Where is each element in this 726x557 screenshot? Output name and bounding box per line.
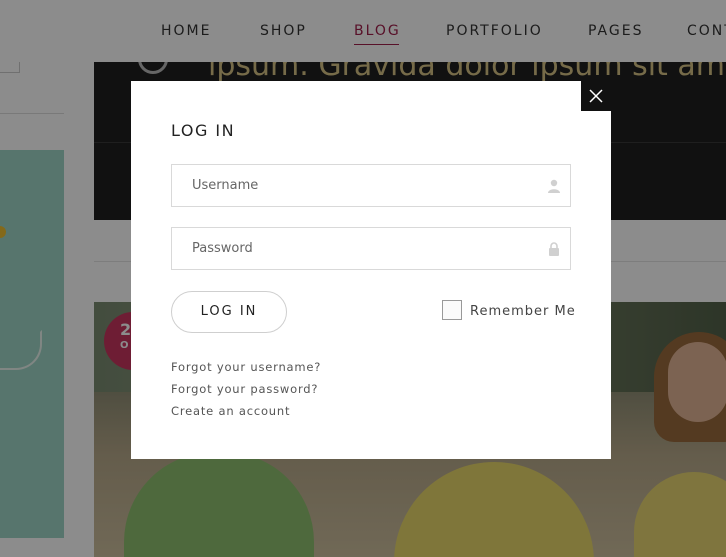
forgot-username-link[interactable]: Forgot your username? [171,356,321,378]
create-account-link[interactable]: Create an account [171,400,321,422]
username-input[interactable] [172,165,532,206]
remember-me-label[interactable]: Remember Me [470,304,576,319]
login-modal: LOG IN LOG IN Remember Me Forgot your us… [131,81,611,459]
password-input[interactable] [172,228,532,269]
remember-me-checkbox[interactable] [442,300,462,320]
modal-title: LOG IN [171,121,236,140]
close-icon [589,89,603,103]
username-field-wrapper [171,164,571,207]
forgot-password-link[interactable]: Forgot your password? [171,378,321,400]
user-icon [548,179,560,193]
lock-icon [549,242,559,256]
account-links: Forgot your username? Forgot your passwo… [171,356,321,422]
password-field-wrapper [171,227,571,270]
login-button[interactable]: LOG IN [171,291,287,333]
close-button[interactable] [581,81,611,111]
